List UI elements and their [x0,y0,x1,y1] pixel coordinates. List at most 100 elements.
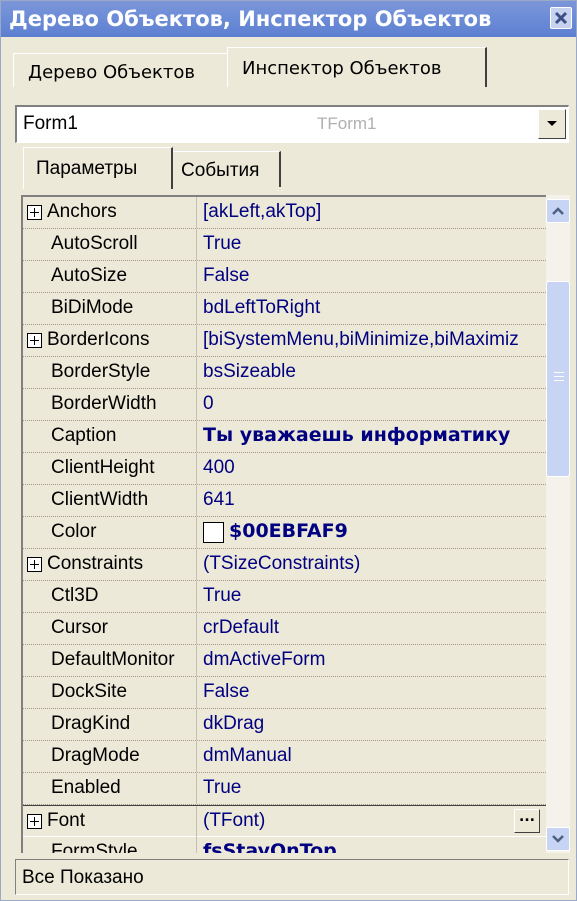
property-name-cell[interactable]: Font [23,806,197,837]
property-name-cell[interactable]: Anchors [23,197,197,228]
property-value[interactable]: dmActiveForm [203,649,325,671]
property-name-cell[interactable]: Cursor [23,613,197,644]
property-name-cell[interactable]: ClientWidth [23,485,197,516]
property-row[interactable]: DragKind dkDrag [23,709,546,741]
property-value[interactable]: [akLeft,akTop] [203,201,321,223]
combo-dropdown-button[interactable] [538,109,566,139]
expand-plus-icon[interactable] [27,814,42,829]
tab-object-inspector[interactable]: Инспектор Объектов [227,47,487,87]
property-row[interactable]: DragMode dmManual [23,741,546,773]
scroll-thumb[interactable] [546,281,570,477]
expand-plus-icon[interactable] [27,557,42,572]
tab-properties-label: Параметры [36,158,138,179]
ellipsis-button[interactable]: ... [514,809,540,833]
status-bar: Все Показано [15,859,569,895]
property-value[interactable]: True [203,233,241,255]
property-name-cell[interactable]: DefaultMonitor [23,645,197,676]
property-row[interactable]: DefaultMonitor dmActiveForm [23,645,546,677]
property-name-cell[interactable]: DragMode [23,741,197,772]
scroll-up-button[interactable] [546,199,570,223]
tab-events-label: События [181,160,260,181]
property-row[interactable]: Font (TFont)... [23,805,546,837]
expand-plus-icon[interactable] [27,205,42,220]
property-value[interactable]: True [203,585,241,607]
property-name: Constraints [47,553,144,574]
property-name-cell[interactable]: BorderStyle [23,357,197,388]
property-name: Caption [51,425,117,446]
property-value[interactable]: False [203,681,249,703]
tab-object-inspector-label: Инспектор Объектов [242,58,442,79]
property-value[interactable]: Ты уважаешь информатику [203,424,510,446]
property-name: BorderIcons [47,329,150,350]
property-name-cell[interactable]: Ctl3D [23,581,197,612]
property-name: DefaultMonitor [51,649,175,670]
property-name-cell[interactable]: BorderIcons [23,325,197,356]
property-row[interactable]: Color $00EBFAF9 [23,517,546,549]
scroll-down-button[interactable] [546,827,570,851]
property-row[interactable]: BorderIcons [biSystemMenu,biMinimize,biMa… [23,325,546,357]
property-value[interactable]: (TSizeConstraints) [203,553,360,575]
property-name-cell[interactable]: DragKind [23,709,197,740]
property-name: DragMode [51,745,140,766]
property-name-cell[interactable]: BiDiMode [23,293,197,324]
property-row[interactable]: Cursor crDefault [23,613,546,645]
window-title: Дерево Объектов, Инспектор Объектов [9,7,492,31]
property-name: FormStyle [51,841,138,853]
property-name-cell[interactable]: AutoSize [23,261,197,292]
object-selector-combo[interactable]: Form1 TForm1 [15,105,569,143]
property-value[interactable]: 400 [203,457,235,479]
property-row[interactable]: Enabled True [23,773,546,805]
property-row[interactable]: AutoSize False [23,261,546,293]
property-value[interactable]: $00EBFAF9 [229,520,348,542]
title-bar[interactable]: Дерево Объектов, Инспектор Объектов [1,1,576,37]
property-value[interactable]: [biSystemMenu,biMinimize,biMaximiz [203,329,519,351]
vertical-scrollbar[interactable] [546,195,570,853]
tab-events[interactable]: События [173,151,281,187]
property-name-cell[interactable]: Enabled [23,773,197,804]
object-inspector-window: Дерево Объектов, Инспектор Объектов Дере… [0,0,577,901]
property-name-cell[interactable]: FormStyle [23,837,197,853]
property-value[interactable]: True [203,777,241,799]
property-name-cell[interactable]: DockSite [23,677,197,708]
property-row[interactable]: BiDiMode bdLeftToRight [23,293,546,325]
property-name: AutoScroll [51,233,138,254]
property-value[interactable]: 0 [203,393,214,415]
property-row[interactable]: BorderWidth 0 [23,389,546,421]
property-name: AutoSize [51,265,128,286]
tab-object-tree[interactable]: Дерево Объектов [13,53,227,87]
property-value[interactable]: bdLeftToRight [203,297,320,319]
property-grid: Anchors [akLeft,akTop] AutoScroll True AutoS… [21,195,546,853]
property-row[interactable]: Anchors [akLeft,akTop] [23,197,546,229]
property-value[interactable]: dkDrag [203,713,264,735]
property-value[interactable]: 641 [203,489,235,511]
property-row[interactable]: Caption Ты уважаешь информатику [23,421,546,453]
property-row[interactable]: Ctl3D True [23,581,546,613]
property-value[interactable]: fsStayOnTop [203,840,337,853]
property-row[interactable]: ClientWidth 641 [23,485,546,517]
property-row[interactable]: Constraints (TSizeConstraints) [23,549,546,581]
property-row[interactable]: ClientHeight 400 [23,453,546,485]
property-name-cell[interactable]: BorderWidth [23,389,197,420]
property-row[interactable]: DockSite False [23,677,546,709]
close-button[interactable] [550,7,572,29]
property-name-cell[interactable]: Caption [23,421,197,452]
property-value[interactable]: dmManual [203,745,292,767]
property-row[interactable]: AutoScroll True [23,229,546,261]
property-name: Color [51,521,97,542]
property-row[interactable]: FormStyle fsStayOnTop [23,837,546,853]
chevron-down-icon [552,835,564,843]
property-name-cell[interactable]: ClientHeight [23,453,197,484]
property-name-cell[interactable]: Constraints [23,549,197,580]
tab-object-tree-label: Дерево Объектов [28,62,196,83]
property-value[interactable]: crDefault [203,617,279,639]
property-row[interactable]: BorderStyle bsSizeable [23,357,546,389]
property-value[interactable]: bsSizeable [203,361,296,383]
property-name-cell[interactable]: Color [23,517,197,548]
property-value[interactable]: False [203,265,249,287]
property-name-cell[interactable]: AutoScroll [23,229,197,260]
property-name: BiDiMode [51,297,134,318]
expand-plus-icon[interactable] [27,333,42,348]
tab-properties[interactable]: Параметры [23,147,173,189]
property-name: Anchors [47,201,117,222]
property-value[interactable]: (TFont) [203,810,265,832]
